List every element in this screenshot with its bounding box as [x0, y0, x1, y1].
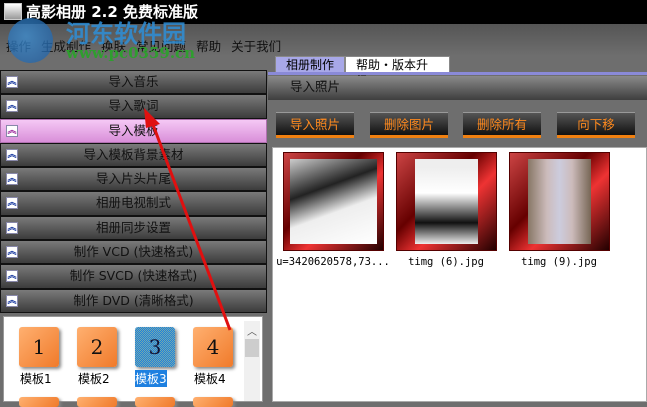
nav-label: 导入模板	[108, 122, 159, 138]
scroll-up-icon[interactable]: ︿	[247, 323, 257, 338]
window-title: 高影相册 2.2 免费标准版	[26, 3, 199, 21]
tab-underline	[268, 72, 647, 75]
template-tile[interactable]	[193, 397, 233, 407]
nav-label: 制作 SVCD (快速格式)	[69, 268, 198, 284]
collapse-icon: ︽	[6, 246, 18, 259]
delete-all-button[interactable]: 删除所有	[463, 112, 541, 138]
menu-faq[interactable]: 常见问题	[136, 39, 186, 54]
photo-thumbnail[interactable]	[509, 152, 610, 251]
left-nav: ︽ 导入音乐 ︽ 导入歌词 ︽ 导入模板 ︽ 导入模板背景素材 ︽ 导入片头片尾 ︽ 相册电…	[0, 70, 267, 314]
nav-label: 制作 DVD (清晰格式)	[73, 292, 194, 308]
menu-about[interactable]: 关于我们	[231, 39, 281, 54]
nav-intro-outro[interactable]: ︽ 导入片头片尾	[0, 167, 267, 192]
collapse-icon: ︽	[6, 76, 18, 88]
tab-album-make[interactable]: 相册制作	[275, 56, 345, 73]
nav-make-dvd[interactable]: ︽ 制作 DVD (清晰格式)	[0, 288, 267, 313]
nav-import-template[interactable]: ︽ 导入模板	[0, 118, 267, 143]
nav-template-bg[interactable]: ︽ 导入模板背景素材	[0, 142, 267, 168]
template-tile[interactable]	[19, 397, 59, 407]
photo-list: u=3420620578,73... timg (6).jpg timg (9)…	[272, 147, 647, 402]
nav-sync-settings[interactable]: ︽ 相册同步设置	[0, 215, 267, 241]
nav-label: 相册电视制式	[95, 195, 171, 211]
nav-tv-format[interactable]: ︽ 相册电视制式	[0, 191, 267, 216]
photo-name: timg (6).jpg	[408, 256, 484, 268]
template-list: 1 模板1 2 模板2 3 模板3 4 模板4 ︿	[3, 316, 263, 407]
photo-name: timg (9).jpg	[521, 256, 597, 268]
nav-label: 导入音乐	[108, 74, 159, 89]
menu-help[interactable]: 帮助	[196, 39, 221, 54]
collapse-icon: ︽	[6, 270, 18, 283]
section-title: 导入照片	[268, 76, 647, 100]
template-label: 模板1	[20, 372, 52, 386]
nav-import-music[interactable]: ︽ 导入音乐	[0, 70, 267, 95]
template-tile[interactable]: 4	[193, 327, 233, 367]
nav-import-lyrics[interactable]: ︽ 导入歌词	[0, 94, 267, 119]
photo-thumbnail[interactable]	[396, 152, 497, 251]
collapse-icon: ︽	[6, 100, 18, 113]
template-label: 模板3	[135, 370, 167, 387]
import-photo-button[interactable]: 导入照片	[276, 112, 354, 138]
nav-make-vcd[interactable]: ︽ 制作 VCD (快速格式)	[0, 240, 267, 265]
menu-skin[interactable]: 换肤	[101, 39, 126, 54]
collapse-icon: ︽	[6, 197, 18, 210]
menu-generate[interactable]: 生成制作	[41, 39, 91, 54]
template-label: 模板2	[78, 372, 110, 386]
collapse-icon: ︽	[6, 221, 18, 234]
template-tile-selected[interactable]: 3	[135, 327, 175, 367]
collapse-icon: ︽	[6, 148, 18, 161]
menu-operate[interactable]: 操作	[6, 39, 31, 54]
collapse-icon: ︽	[6, 173, 18, 186]
scrollbar-thumb[interactable]	[245, 339, 259, 357]
nav-label: 导入片头片尾	[95, 171, 171, 187]
collapse-icon: ︽	[6, 124, 18, 137]
menu-bar: 操作 生成制作 换肤 常见问题 帮助 关于我们	[0, 24, 647, 56]
photo-name: u=3420620578,73...	[276, 256, 390, 268]
scrollbar[interactable]: ︿	[244, 321, 260, 401]
nav-label: 导入歌词	[108, 98, 159, 114]
app-icon	[4, 3, 22, 20]
tab-help-upgrade[interactable]: 帮助・版本升级	[345, 56, 450, 88]
template-label: 模板4	[194, 372, 226, 386]
photo-thumbnail[interactable]	[283, 152, 384, 251]
delete-photo-button[interactable]: 删除图片	[370, 112, 448, 138]
title-bar: 高影相册 2.2 免费标准版	[0, 0, 647, 24]
collapse-icon: ︽	[6, 294, 18, 307]
template-tile[interactable]	[77, 397, 117, 407]
nav-label: 制作 VCD (快速格式)	[73, 244, 194, 260]
nav-label: 导入模板背景素材	[83, 146, 184, 162]
move-down-button[interactable]: 向下移	[557, 112, 635, 138]
nav-label: 相册同步设置	[95, 219, 171, 235]
template-tile[interactable]: 1	[19, 327, 59, 367]
template-tile[interactable]: 2	[77, 327, 117, 367]
nav-make-svcd[interactable]: ︽ 制作 SVCD (快速格式)	[0, 264, 267, 289]
template-tile[interactable]	[135, 397, 175, 407]
